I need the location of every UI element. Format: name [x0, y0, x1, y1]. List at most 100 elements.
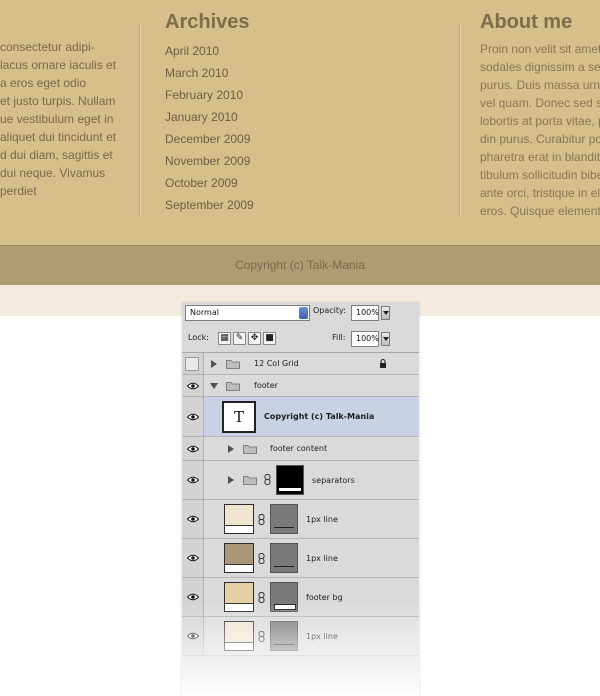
- collapse-arrow-icon[interactable]: [210, 383, 218, 389]
- link-chain-icon[interactable]: [258, 631, 265, 642]
- layer-name[interactable]: 1px line: [306, 632, 338, 641]
- visibility-toggle[interactable]: [182, 539, 204, 577]
- visibility-toggle[interactable]: [182, 500, 204, 538]
- archive-link-april-2010[interactable]: April 2010: [165, 40, 425, 62]
- intro-line: perdiet: [0, 184, 37, 198]
- visibility-toggle[interactable]: [182, 578, 204, 616]
- vector-mask-thumbnail: [270, 621, 298, 651]
- opacity-field[interactable]: 100%: [351, 305, 379, 321]
- archive-link-december-2009[interactable]: December 2009: [165, 128, 425, 150]
- link-chain-icon[interactable]: [258, 592, 265, 603]
- layer-row-footer[interactable]: footer: [182, 375, 419, 397]
- layer-row-12-col-grid[interactable]: 12 Col Grid: [182, 353, 419, 375]
- expand-arrow-icon[interactable]: [228, 476, 234, 484]
- layer-thumbnail: [224, 582, 254, 612]
- text-layer-glyph: T: [233, 408, 244, 426]
- layer-thumbnail: [224, 504, 254, 534]
- layer-row-1px-line[interactable]: 1px line: [182, 500, 419, 539]
- about-line: tibulum sollicitudin bibe: [480, 168, 600, 182]
- layers-panel: Normal Opacity: 100% Lock: ▦ ✎ ✥ ■ Fill:…: [182, 302, 419, 696]
- copyright-text: Copyright (c) Talk-Mania: [235, 258, 365, 272]
- layer-name[interactable]: Copyright (c) Talk-Mania: [264, 412, 374, 421]
- folder-icon: [226, 382, 240, 391]
- separators-mask-thumbnail: [276, 465, 304, 495]
- visibility-toggle[interactable]: [182, 353, 204, 374]
- layer-row-footer-content[interactable]: footer content: [182, 437, 419, 461]
- eye-icon: [187, 632, 199, 640]
- about-line: lobortis at porta vitae, p: [480, 114, 600, 128]
- archive-link-september-2009[interactable]: September 2009: [165, 194, 425, 216]
- layer-name[interactable]: 12 Col Grid: [254, 359, 299, 368]
- layer-name[interactable]: footer bg: [306, 593, 343, 602]
- visibility-toggle[interactable]: [182, 397, 204, 436]
- archive-link-january-2010[interactable]: January 2010: [165, 106, 425, 128]
- link-chain-icon[interactable]: [258, 553, 265, 564]
- blend-mode-select[interactable]: Normal: [185, 305, 310, 321]
- layer-row-1px-line[interactable]: 1px line: [182, 539, 419, 578]
- intro-line: ue vestibulum eget in: [0, 112, 114, 126]
- archives-heading: Archives: [165, 11, 250, 33]
- fill-dropdown-button[interactable]: [381, 332, 390, 346]
- link-chain-icon[interactable]: [258, 514, 265, 525]
- layer-name[interactable]: footer content: [270, 444, 327, 453]
- lock-position-icon[interactable]: ✥: [248, 332, 261, 345]
- site-footer: consectetur adipi- lacus ornare iaculis …: [0, 0, 600, 245]
- folder-icon: [243, 476, 257, 485]
- about-line: sodales dignissim a se: [480, 60, 600, 74]
- lock-transparency-icon[interactable]: ▦: [218, 332, 231, 345]
- lock-label: Lock:: [188, 333, 209, 342]
- layer-row-separators[interactable]: separators: [182, 461, 419, 500]
- intro-line: a eros eget odio: [0, 76, 87, 90]
- text-layer-thumbnail: T: [222, 401, 256, 433]
- visibility-toggle[interactable]: [182, 461, 204, 499]
- intro-line: dui neque. Vivamus: [0, 166, 106, 180]
- lock-all-icon[interactable]: ■: [263, 332, 276, 345]
- eye-icon: [187, 554, 199, 562]
- archive-link-november-2009[interactable]: November 2009: [165, 150, 425, 172]
- intro-line: lacus ornare iaculis et: [0, 58, 117, 72]
- opacity-dropdown-button[interactable]: [381, 306, 390, 320]
- layer-name[interactable]: 1px line: [306, 515, 338, 524]
- eye-icon: [187, 382, 199, 390]
- folder-icon: [226, 360, 240, 369]
- layer-row-footer-bg[interactable]: footer bg: [182, 578, 419, 617]
- fill-field[interactable]: 100%: [351, 331, 379, 347]
- visibility-toggle[interactable]: [182, 437, 204, 460]
- eye-icon: [187, 593, 199, 601]
- expand-arrow-icon[interactable]: [228, 445, 234, 453]
- visibility-toggle[interactable]: [182, 617, 204, 655]
- intro-line: d dui diam, sagittis et: [0, 148, 113, 162]
- layer-row-copyright-text[interactable]: T Copyright (c) Talk-Mania: [182, 397, 419, 437]
- copyright-bar: Copyright (c) Talk-Mania: [0, 245, 600, 285]
- blend-mode-stepper-icon: [299, 307, 308, 319]
- about-line: eros. Quisque element: [480, 204, 600, 218]
- lock-image-pixels-icon[interactable]: ✎: [233, 332, 246, 345]
- layer-name[interactable]: footer: [254, 381, 278, 390]
- about-line: purus. Duis massa urn: [480, 78, 600, 92]
- intro-line: aliquet dui tincidunt et: [0, 130, 117, 144]
- layer-name[interactable]: separators: [312, 476, 355, 485]
- vector-mask-thumbnail: [270, 504, 298, 534]
- fill-label: Fill:: [332, 333, 346, 342]
- link-chain-icon[interactable]: [264, 474, 271, 485]
- archive-link-february-2010[interactable]: February 2010: [165, 84, 425, 106]
- expand-arrow-icon[interactable]: [211, 360, 217, 368]
- hidden-layer-box: [185, 357, 199, 371]
- about-line: vel quam. Donec sed s: [480, 96, 600, 110]
- about-column: About me Proin non velit sit amet sodale…: [480, 10, 600, 220]
- folder-icon: [243, 445, 257, 454]
- layer-lock-icon: [380, 359, 386, 368]
- eye-icon: [187, 413, 199, 421]
- archive-link-october-2009[interactable]: October 2009: [165, 172, 425, 194]
- blend-mode-value: Normal: [190, 308, 219, 317]
- layer-thumbnail: [224, 543, 254, 573]
- intro-line: et justo turpis. Nullam: [0, 94, 116, 108]
- opacity-value: 100%: [356, 308, 379, 317]
- about-line: Proin non velit sit amet: [480, 42, 600, 56]
- visibility-toggle[interactable]: [182, 375, 204, 396]
- about-line: ante orci, tristique in el: [480, 186, 600, 200]
- archives-column: Archives April 2010 March 2010 February …: [165, 10, 425, 216]
- layer-row-1px-line[interactable]: 1px line: [182, 617, 419, 656]
- layer-name[interactable]: 1px line: [306, 554, 338, 563]
- archive-link-march-2010[interactable]: March 2010: [165, 62, 425, 84]
